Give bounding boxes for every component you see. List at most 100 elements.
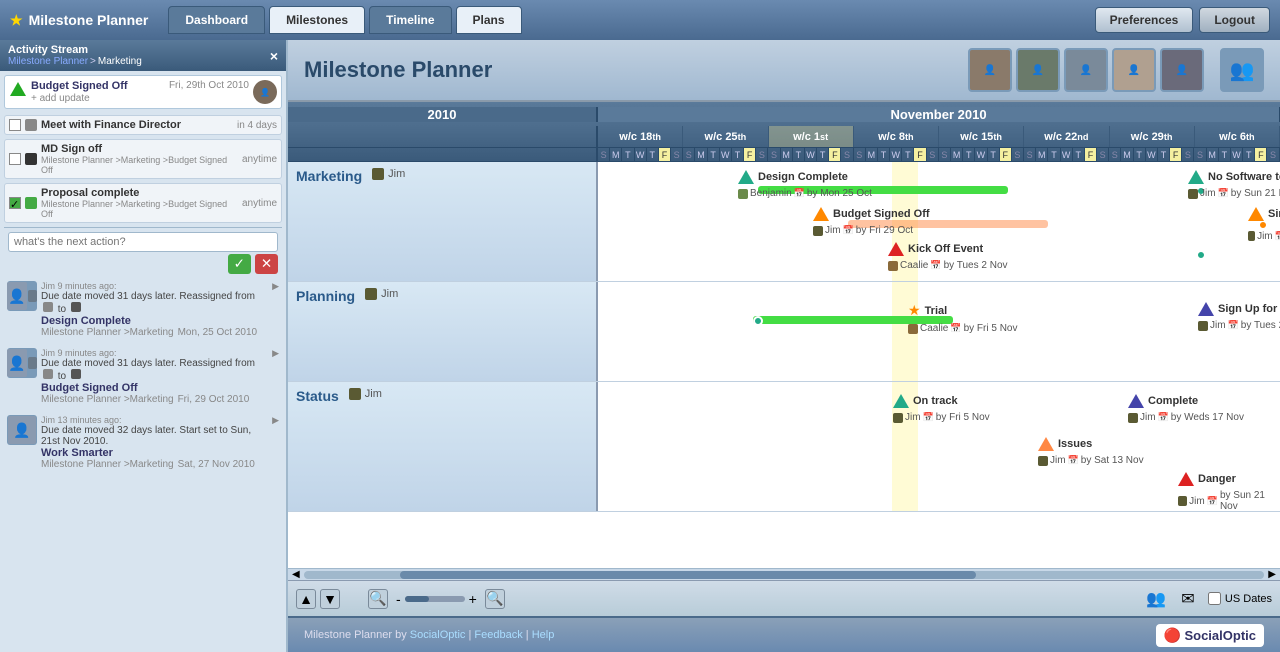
- milestone-simple[interactable]: Simple to use Jim 📅 by Weds 24 Nov: [1248, 207, 1280, 247]
- milestone-design-complete[interactable]: Design Complete Benjamin 📅 by Mon 25 Oct: [738, 170, 872, 199]
- feed-action-2[interactable]: ▶: [272, 348, 279, 359]
- zoom-control-1[interactable]: 🔍: [368, 589, 388, 609]
- day-s6b: S: [1097, 148, 1109, 161]
- main-content: Milestone Planner 👤 👤 👤 👤 👤 👥 2010: [288, 40, 1280, 652]
- day-th8: T: [1243, 148, 1255, 161]
- budget-signed-owner: Jim 📅 by Fri 29 Oct: [813, 225, 913, 236]
- us-dates-checkbox[interactable]: [1208, 592, 1221, 605]
- task-checkbox-2[interactable]: [9, 153, 21, 165]
- zoom-plus[interactable]: +: [465, 591, 481, 607]
- add-update-link[interactable]: + add update: [31, 93, 90, 104]
- gantt-area: Marketing Jim: [288, 162, 1280, 568]
- group-avatar: 👥: [1220, 48, 1264, 92]
- activity-budget-signed-off: Budget Signed Off Fri, 29th Oct 2010 + a…: [4, 75, 282, 109]
- zoom-out-button[interactable]: ▲: [296, 589, 316, 609]
- owner-color-planning: [365, 288, 377, 300]
- tab-timeline[interactable]: Timeline: [369, 6, 451, 34]
- feed-date-2: Fri, 29 Oct 2010: [178, 394, 250, 405]
- budget-signed-off-icon: [9, 80, 27, 98]
- task-breadcrumb-2: Milestone Planner >Marketing >Budget Sig…: [41, 155, 238, 175]
- zoom-minus[interactable]: -: [392, 591, 405, 607]
- next-action-cancel[interactable]: ✕: [255, 254, 278, 274]
- design-complete-owner-name: Benjamin: [750, 188, 792, 199]
- feed-action-3[interactable]: ▶: [272, 415, 279, 426]
- feedback-link[interactable]: Feedback: [474, 629, 522, 641]
- scroll-thumb[interactable]: [400, 571, 976, 579]
- mail-icon[interactable]: ✉: [1176, 587, 1200, 611]
- social-optic-link[interactable]: SocialOptic: [410, 629, 466, 641]
- day-t2: T: [708, 148, 720, 161]
- next-action-input[interactable]: [8, 232, 278, 252]
- day-t4: T: [878, 148, 890, 161]
- app-title-text: Milestone Planner: [29, 12, 149, 28]
- task-checkbox-3[interactable]: ✓: [9, 197, 21, 209]
- avatar-5: 👤: [1160, 48, 1204, 92]
- scroll-track[interactable]: [304, 571, 1265, 579]
- day-th3: T: [817, 148, 829, 161]
- milestone-budget-signed[interactable]: Budget Signed Off Jim 📅 by Fri 29 Oct: [813, 207, 930, 236]
- owner-color-marketing: [372, 168, 384, 180]
- zoom-track[interactable]: [405, 596, 465, 602]
- day-w3: W: [805, 148, 817, 161]
- feed-date-1: Mon, 25 Oct 2010: [178, 327, 258, 338]
- task-label-3: Proposal complete: [41, 187, 139, 199]
- trial-date: by Fri 5 Nov: [964, 323, 1018, 334]
- zoom-control-2[interactable]: 🔍: [485, 589, 505, 609]
- feed-milestone-2[interactable]: Budget Signed Off: [41, 382, 268, 394]
- day-f7: F: [1170, 148, 1182, 161]
- milestone-signup[interactable]: Sign Up for Milestone Planner Jim 📅 by T…: [1198, 302, 1280, 331]
- milestone-on-track[interactable]: On track Jim 📅 by Fri 5 Nov: [893, 394, 990, 423]
- tab-milestones[interactable]: Milestones: [269, 6, 365, 34]
- issues-icon: [1038, 437, 1054, 451]
- no-software-owner-name: Jim: [1200, 188, 1216, 199]
- no-software-icon: [1188, 170, 1204, 184]
- complete-label: Complete: [1148, 395, 1198, 407]
- scroll-left-arrow[interactable]: ◀: [292, 569, 300, 580]
- milestone-kick-off[interactable]: Kick Off Event Caalie 📅 by Tues 2 Nov: [888, 242, 1008, 271]
- day-th6: T: [1073, 148, 1085, 161]
- scroll-right-arrow[interactable]: ▶: [1268, 569, 1276, 580]
- task-checkbox-1[interactable]: [9, 119, 21, 131]
- day-m6: M: [1036, 148, 1048, 161]
- person-group-icon[interactable]: 👥: [1144, 587, 1168, 611]
- close-sidebar-button[interactable]: ×: [270, 48, 278, 64]
- tab-dashboard[interactable]: Dashboard: [168, 6, 265, 34]
- breadcrumb-sep: >: [90, 56, 96, 67]
- danger-owner: Jim 📅 by Sun 21 Nov: [1178, 490, 1280, 511]
- gantt-chart-status: On track Jim 📅 by Fri 5 Nov: [598, 382, 1280, 511]
- kick-off-date: by Tues 2 Nov: [944, 260, 1008, 271]
- feed-milestone-1[interactable]: Design Complete: [41, 315, 268, 327]
- danger-date: by Sun 21 Nov: [1220, 490, 1280, 511]
- footer-logo-text: SocialOptic: [1184, 628, 1256, 643]
- tab-plans[interactable]: Plans: [456, 6, 522, 34]
- star-icon: ★: [10, 12, 23, 29]
- feed-meta-2: Milestone Planner >Marketing Fri, 29 Oct…: [41, 394, 268, 405]
- day-s5b: S: [1012, 148, 1024, 161]
- help-link[interactable]: Help: [532, 629, 555, 641]
- day-f6: F: [1085, 148, 1097, 161]
- preferences-button[interactable]: Preferences: [1095, 7, 1194, 33]
- milestone-complete[interactable]: Complete Jim 📅 by Weds 17 Nov: [1128, 394, 1244, 423]
- next-action-confirm[interactable]: ✓: [228, 254, 251, 274]
- task-content-3: Proposal complete Milestone Planner >Mar…: [41, 187, 238, 219]
- task-time-3: anytime: [242, 198, 277, 209]
- feed-milestone-3[interactable]: Work Smarter: [41, 447, 268, 459]
- milestone-danger[interactable]: Danger Jim 📅 by Sun 21 Nov: [1178, 472, 1280, 511]
- week-8: w/c 6th: [1195, 126, 1280, 147]
- day-s7b: S: [1182, 148, 1194, 161]
- milestone-issues[interactable]: Issues Jim 📅 by Sat 13 Nov: [1038, 437, 1144, 466]
- milestone-no-software[interactable]: No Software to Install Jim 📅 by Sun 21 N…: [1188, 170, 1280, 199]
- us-dates-text: US Dates: [1225, 593, 1272, 605]
- main-header: Milestone Planner 👤 👤 👤 👤 👤 👥: [288, 40, 1280, 102]
- feed-action-1[interactable]: ▶: [272, 281, 279, 292]
- zoom-in-button[interactable]: ▼: [320, 589, 340, 609]
- trial-label: Trial: [925, 305, 948, 317]
- feed-project-2: Milestone Planner >Marketing: [41, 394, 174, 405]
- milestone-trial[interactable]: ★ Trial Caalie 📅 by Fri 5 Nov: [908, 302, 1017, 334]
- design-complete-icon: [738, 170, 754, 184]
- day-s2: S: [683, 148, 695, 161]
- logout-button[interactable]: Logout: [1199, 7, 1270, 33]
- timeline-area: 2010 November 2010 w/c 18th w/c 25th w/c…: [288, 102, 1280, 616]
- task-proposal: ✓ Proposal complete Milestone Planner >M…: [4, 183, 282, 223]
- breadcrumb-home[interactable]: Milestone Planner: [8, 56, 88, 67]
